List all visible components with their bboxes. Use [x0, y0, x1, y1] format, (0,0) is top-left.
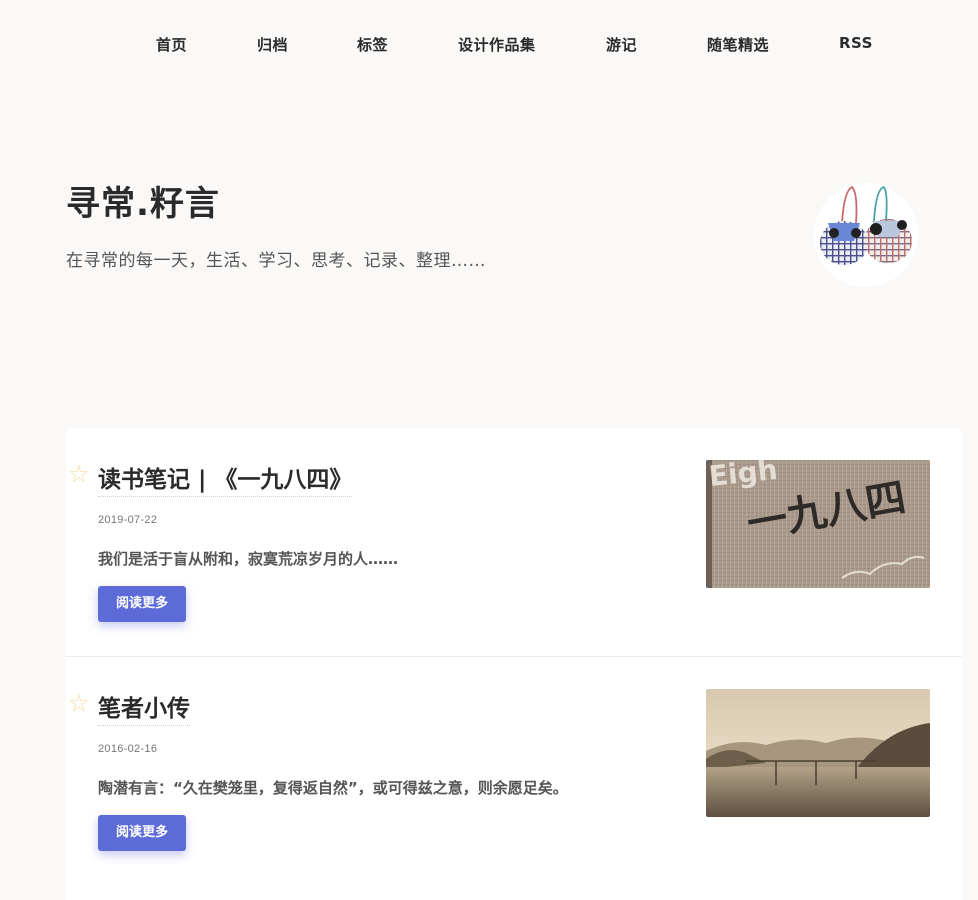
post-title[interactable]: 读书笔记 | 《一九八四》	[98, 460, 353, 497]
nav-item-tags[interactable]: 标签	[357, 34, 388, 55]
nav-item-home[interactable]: 首页	[156, 34, 187, 55]
post-thumbnail[interactable]: Eigh 一九八四	[706, 460, 930, 588]
post-item: ☆ 读书笔记 | 《一九八四》 2019-07-22 我们是活于盲从附和，寂寞荒…	[66, 428, 962, 656]
site-title: 寻常.籽言	[66, 184, 220, 224]
nav-item-essays[interactable]: 随笔精选	[707, 34, 769, 55]
post-excerpt: 我们是活于盲从附和，寂寞荒凉岁月的人……	[98, 550, 399, 568]
post-item: ☆ 笔者小传 2016-02-16 陶潜有言：“久在樊笼里，复得返自然”，或可得…	[66, 656, 962, 885]
site-subtitle: 在寻常的每一天，生活、学习、思考、记录、整理……	[66, 251, 486, 271]
post-title[interactable]: 笔者小传	[98, 689, 190, 726]
star-icon: ☆	[68, 689, 90, 717]
river-landscape-image	[706, 689, 930, 817]
avatar	[814, 183, 918, 287]
book-cover-image: Eigh 一九八四	[706, 460, 930, 588]
post-thumbnail[interactable]	[706, 689, 930, 817]
owl-dolls-image	[820, 185, 912, 265]
post-list: ☆ 读书笔记 | 《一九八四》 2019-07-22 我们是活于盲从附和，寂寞荒…	[66, 428, 962, 900]
nav-item-rss[interactable]: RSS	[839, 34, 873, 52]
read-more-button[interactable]: 阅读更多	[98, 586, 186, 622]
post-excerpt: 陶潜有言：“久在樊笼里，复得返自然”，或可得兹之意，则余愿足矣。	[98, 779, 568, 797]
nav-item-design-portfolio[interactable]: 设计作品集	[458, 34, 536, 55]
post-date: 2019-07-22	[98, 514, 158, 526]
nav-item-archive[interactable]: 归档	[257, 34, 288, 55]
top-nav: 首页 归档 标签 设计作品集 游记 随笔精选 RSS	[0, 0, 978, 88]
post-date: 2016-02-16	[98, 743, 158, 755]
read-more-button[interactable]: 阅读更多	[98, 815, 186, 851]
star-icon: ☆	[68, 460, 90, 488]
nav-item-travel[interactable]: 游记	[606, 34, 637, 55]
